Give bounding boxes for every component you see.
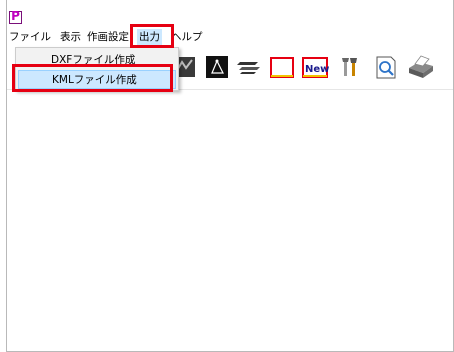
layer-stack-icon <box>237 62 260 74</box>
menu-help[interactable]: ヘルプ <box>169 29 205 45</box>
app-icon[interactable]: P <box>9 9 22 24</box>
kml-export-item[interactable]: KMLファイル作成 <box>18 70 176 89</box>
print-preview-icon <box>376 56 396 79</box>
blank-page-icon <box>270 57 294 78</box>
output-dropdown-menu: DXFファイル作成 KMLファイル作成 <box>15 47 179 91</box>
app-window: P ファイル 表示 作画設定 出力 ヘルプ New DXFファイル作成 KMLフ… <box>6 0 454 352</box>
app-icon-glyph: P <box>11 9 20 23</box>
triangle-tool-button[interactable] <box>204 54 230 80</box>
new-page-tool-button[interactable]: New <box>301 54 329 80</box>
print-icon <box>409 55 433 78</box>
new-label: New <box>305 64 329 75</box>
menu-output[interactable]: 出力 <box>137 29 162 45</box>
menu-bar: ファイル 表示 作画設定 出力 ヘルプ <box>7 28 453 46</box>
title-bar: P <box>7 0 453 28</box>
new-page-icon: New <box>302 57 329 78</box>
print-preview-tool-button[interactable] <box>373 54 399 80</box>
print-tool-button[interactable] <box>405 54 433 80</box>
menu-drawing-settings[interactable]: 作画設定 <box>85 29 131 45</box>
menu-file[interactable]: ファイル <box>7 29 53 45</box>
triangle-draw-icon <box>206 56 228 78</box>
drawing-area[interactable] <box>7 92 453 351</box>
blank-page-tool-button[interactable] <box>269 54 295 80</box>
tools-tool-button[interactable] <box>337 54 363 80</box>
tools-icon <box>342 58 357 76</box>
menu-view[interactable]: 表示 <box>58 29 83 45</box>
dxf-export-item[interactable]: DXFファイル作成 <box>18 51 176 70</box>
layer-tool-button[interactable] <box>236 54 262 80</box>
